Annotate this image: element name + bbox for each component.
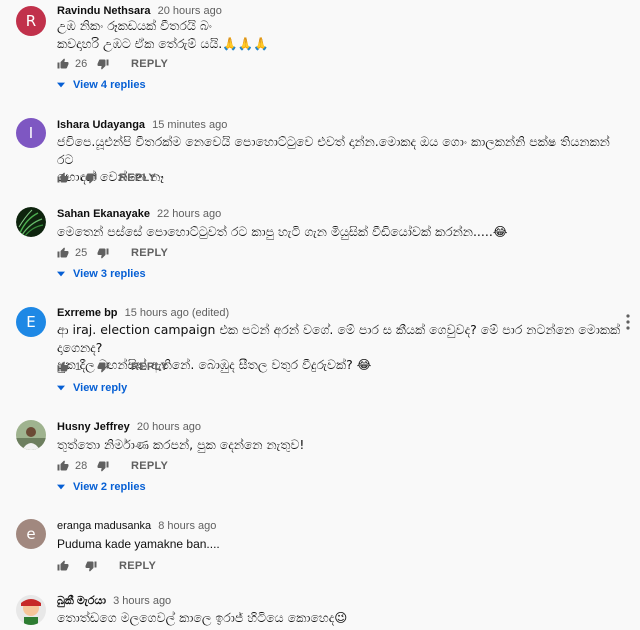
comment-text-line: කවදාහරි උඹට ඒක තේරුම් යයි.🙏🙏🙏 xyxy=(57,35,269,51)
comment-text: Puduma kade yamakne ban.... xyxy=(57,536,622,554)
comment-timestamp[interactable]: 20 hours ago xyxy=(137,421,201,433)
cartoon-avatar-image xyxy=(16,595,46,625)
like-count: 26 xyxy=(75,58,88,70)
thumbs-up-icon[interactable] xyxy=(57,58,69,70)
thumbs-down-icon[interactable] xyxy=(85,172,97,184)
comment-text-line: උඹ නිකං රූකඩයක් වීතරයි බං xyxy=(57,18,212,33)
reply-button[interactable]: REPLY xyxy=(119,560,156,572)
comment-actions: 28 REPLY xyxy=(57,458,168,474)
comment-text-line: තුත්තො නිර්මාණ කරපන්, පුක දෙන්නෙ නැතුව! xyxy=(57,437,305,452)
comment-text: උඹ නිකං රූකඩයක් වීතරයි බං කවදාහරි උඹට ඒක… xyxy=(57,17,622,52)
like-count: 28 xyxy=(75,460,88,472)
comment-header: eranga madusanka 8 hours ago xyxy=(57,520,216,532)
author-name[interactable]: Ravindu Nethsara xyxy=(57,5,151,17)
thumbs-down-icon[interactable] xyxy=(85,560,97,572)
view-replies-button[interactable]: View 2 replies xyxy=(57,481,146,493)
comment-actions: 26 REPLY xyxy=(57,56,168,72)
comment-header: Sahan Ekanayake 22 hours ago xyxy=(57,208,221,220)
avatar[interactable]: R xyxy=(16,6,46,36)
reply-button[interactable]: REPLY xyxy=(131,58,168,70)
thumbs-down-icon[interactable] xyxy=(97,247,109,259)
view-replies-button[interactable]: View 4 replies xyxy=(57,79,146,91)
comment-timestamp[interactable]: 15 minutes ago xyxy=(152,119,227,131)
comment-text-line: Puduma kade yamakne ban.... xyxy=(57,537,220,551)
comment-actions: REPLY xyxy=(57,170,156,186)
view-replies-label: View reply xyxy=(73,382,128,394)
thumbs-down-icon[interactable] xyxy=(97,460,109,472)
caret-down-icon xyxy=(57,79,65,91)
comment-header: Ishara Udayanga 15 minutes ago xyxy=(57,119,227,131)
avatar[interactable]: I xyxy=(16,118,46,148)
comment-actions: 1 REPLY xyxy=(57,359,168,375)
author-name[interactable]: බුකී මැරයා xyxy=(57,595,106,607)
reply-button[interactable]: REPLY xyxy=(131,247,168,259)
author-name[interactable]: Exrreme bp xyxy=(57,307,118,319)
comment-timestamp[interactable]: 3 hours ago xyxy=(113,595,171,607)
avatar[interactable] xyxy=(16,420,46,450)
like-count: 25 xyxy=(75,247,88,259)
avatar[interactable]: e xyxy=(16,519,46,549)
person-avatar-image xyxy=(16,420,46,450)
thumbs-up-icon[interactable] xyxy=(57,172,69,184)
comment-text: මෙතෙන් පස්සේ පොහොට්ටුවත් රට කාපු හැටි ගැ… xyxy=(57,223,622,241)
comment-header: Exrreme bp 15 hours ago (edited) xyxy=(57,307,229,319)
comment-timestamp[interactable]: 8 hours ago xyxy=(158,520,216,532)
comment-actions: 25 REPLY xyxy=(57,245,168,261)
author-name[interactable]: Ishara Udayanga xyxy=(57,119,145,131)
avatar[interactable]: E xyxy=(16,307,46,337)
caret-down-icon xyxy=(57,481,65,493)
comment-text-line: ජවිපෙ.යූඑන්පි වීතරක්ම නෙවෙයි පොහොට්ටුවෙ … xyxy=(57,134,610,167)
thumbs-up-icon[interactable] xyxy=(57,460,69,472)
comment-text: තොත්ඩගෙ මලගෙවල් කාලෙ ඉරාජ් හිටියෙ කොහෙද😉 xyxy=(57,609,622,627)
caret-down-icon xyxy=(57,268,65,280)
thumbs-up-icon[interactable] xyxy=(57,361,69,373)
thumbs-up-icon[interactable] xyxy=(57,247,69,259)
avatar[interactable] xyxy=(16,595,46,625)
comment-text-line: ආ iraj. election campaign එක පටන් අරන් ව… xyxy=(57,322,621,355)
thumbs-down-icon[interactable] xyxy=(97,361,109,373)
reply-button[interactable]: REPLY xyxy=(131,460,168,472)
comment-header: බුකී මැරයා 3 hours ago xyxy=(57,595,171,608)
comment-timestamp[interactable]: 22 hours ago xyxy=(157,208,221,220)
view-replies-button[interactable]: View reply xyxy=(57,382,127,394)
caret-down-icon xyxy=(57,382,65,394)
view-replies-label: View 3 replies xyxy=(73,268,146,280)
comment-header: Ravindu Nethsara 20 hours ago xyxy=(57,5,222,17)
author-name[interactable]: eranga madusanka xyxy=(57,520,151,532)
thumbs-down-icon[interactable] xyxy=(97,58,109,70)
view-replies-button[interactable]: View 3 replies xyxy=(57,268,146,280)
comment-header: Husny Jeffrey 20 hours ago xyxy=(57,421,201,433)
comment-timestamp[interactable]: 20 hours ago xyxy=(158,5,222,17)
comment-text-line: මෙතෙන් පස්සේ පොහොට්ටුවත් රට කාපු හැටි ගැ… xyxy=(57,224,508,239)
grass-avatar-image xyxy=(16,207,46,237)
avatar[interactable] xyxy=(16,207,46,237)
view-replies-label: View 2 replies xyxy=(73,481,146,493)
comment-timestamp[interactable]: 15 hours ago (edited) xyxy=(125,307,230,319)
view-replies-label: View 4 replies xyxy=(73,79,146,91)
thumbs-up-icon[interactable] xyxy=(57,560,69,572)
author-name[interactable]: Husny Jeffrey xyxy=(57,421,130,433)
reply-button[interactable]: REPLY xyxy=(131,361,168,373)
like-count: 1 xyxy=(75,361,82,373)
author-name[interactable]: Sahan Ekanayake xyxy=(57,208,150,220)
comment-text: තුත්තො නිර්මාණ කරපන්, පුක දෙන්නෙ නැතුව! xyxy=(57,436,622,454)
more-options-icon[interactable] xyxy=(625,314,635,335)
reply-button[interactable]: REPLY xyxy=(119,172,156,184)
comment-text-line: තොත්ඩගෙ මලගෙවල් කාලෙ ඉරාජ් හිටියෙ කොහෙද😉 xyxy=(57,610,348,625)
comment-actions: REPLY xyxy=(57,558,156,574)
